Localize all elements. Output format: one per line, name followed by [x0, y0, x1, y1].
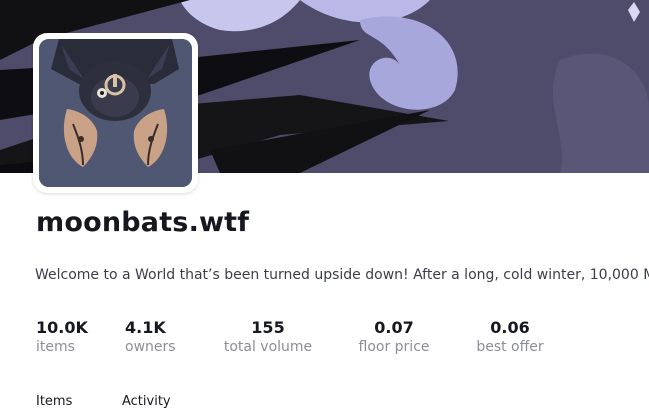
stat-best-offer-value: 0.06 [490, 318, 530, 337]
collection-avatar [39, 39, 192, 187]
collection-title: moonbats.wtf [36, 207, 250, 238]
stat-total-volume-value: 155 [251, 318, 285, 337]
collection-description: Welcome to a World that’s been turned up… [35, 267, 649, 283]
stat-owners-value: 4.1K [125, 318, 166, 337]
stat-floor-price[interactable]: 0.07 floor price [357, 318, 431, 355]
stat-items[interactable]: 10.0K items [36, 318, 88, 355]
stat-items-value: 10.0K [36, 318, 88, 337]
stat-owners-label: owners [125, 339, 176, 355]
stat-total-volume[interactable]: 155 total volume [222, 318, 314, 355]
stat-best-offer[interactable]: 0.06 best offer [475, 318, 545, 355]
stat-floor-price-label: floor price [358, 339, 430, 355]
stat-best-offer-label: best offer [476, 339, 544, 355]
stat-owners[interactable]: 4.1K owners [125, 318, 176, 355]
stat-floor-price-value: 0.07 [374, 318, 414, 337]
stat-items-label: items [36, 339, 75, 355]
stat-total-volume-label: total volume [223, 339, 313, 355]
collection-avatar-frame [33, 33, 198, 193]
